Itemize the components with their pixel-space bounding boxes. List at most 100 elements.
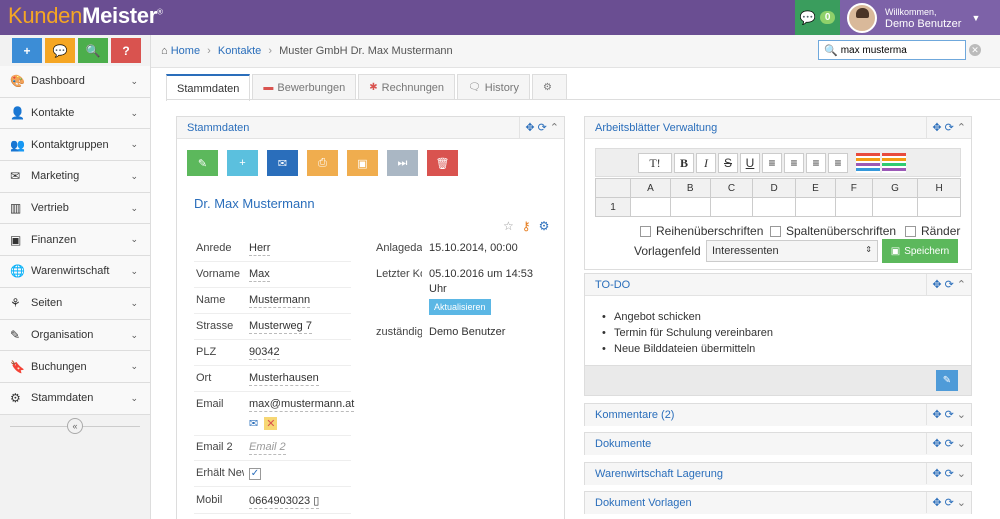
sheet-cell[interactable] <box>630 197 671 217</box>
collapsed-panel-kommentare-2-[interactable]: Kommentare (2) ✥ ⟳ ⌄ <box>584 403 972 426</box>
bold-icon[interactable]: B <box>674 153 694 173</box>
add-quick-button[interactable]: + <box>12 38 42 63</box>
option-col-headers[interactable]: Spaltenüberschriften <box>770 224 896 238</box>
sheet-cell[interactable] <box>669 197 711 217</box>
aktualisieren-button[interactable]: Aktualisieren <box>429 299 491 315</box>
chat-notifications[interactable]: 💬 0 <box>795 0 840 35</box>
chevron-down-icon[interactable]: ⌄ <box>957 496 966 509</box>
move-icon[interactable]: ✥ <box>932 408 941 421</box>
refresh-icon[interactable]: ⟳ <box>538 121 547 134</box>
user-menu[interactable]: Willkommen, Demo Benutzer ▼ <box>840 0 1000 35</box>
mail-remove-icon[interactable]: ✕ <box>264 417 278 430</box>
move-icon[interactable]: ✥ <box>932 278 941 291</box>
breadcrumb-home[interactable]: Home <box>171 45 200 57</box>
move-icon[interactable]: ✥ <box>932 496 941 509</box>
chevron-down-icon[interactable]: ⌄ <box>957 437 966 450</box>
italic-icon[interactable]: I <box>696 153 716 173</box>
save-button[interactable]: ▣ <box>347 150 378 176</box>
sheet-cell[interactable] <box>917 197 961 217</box>
delete-button[interactable]: 🗑 <box>427 150 458 176</box>
gear-icon[interactable]: ⚙ <box>539 219 550 233</box>
refresh-icon[interactable]: ⟳ <box>945 437 954 450</box>
background-color-icon[interactable] <box>882 153 906 173</box>
print-button[interactable]: ⎙ <box>307 150 338 176</box>
option-borders[interactable]: Ränder <box>905 224 960 238</box>
edit-button[interactable]: ✎ <box>187 150 218 176</box>
field-value-vorname[interactable]: Max <box>249 268 270 282</box>
search-input[interactable] <box>840 44 961 56</box>
tab-bewerbungen[interactable]: ▬ Bewerbungen <box>252 74 357 100</box>
breadcrumb-kontakte[interactable]: Kontakte <box>218 45 261 57</box>
tab-history[interactable]: 🗨 History <box>457 74 530 100</box>
field-value-mobil[interactable]: 0664903023 ▯ <box>249 494 320 509</box>
align-left-icon[interactable]: ≡ <box>762 153 782 173</box>
star-icon[interactable]: ☆ <box>503 219 514 233</box>
font-size-icon[interactable]: T! <box>638 153 672 173</box>
newsletter-checkbox[interactable]: ✓ <box>249 468 261 480</box>
justify-icon[interactable]: ≡ <box>828 153 848 173</box>
key-icon[interactable]: ⚷ <box>522 219 531 233</box>
sidebar-item-organisation[interactable]: ✎ Organisation ⌄ <box>0 319 150 352</box>
tab-rechnungen[interactable]: ✱ Rechnungen <box>358 74 456 100</box>
chat-quick-button[interactable]: 💬 <box>45 38 75 63</box>
sidebar-item-seiten[interactable]: ⚘ Seiten ⌄ <box>0 287 150 320</box>
sidebar-item-warenwirtschaft[interactable]: 🌐 Warenwirtschaft ⌄ <box>0 256 150 288</box>
refresh-icon[interactable]: ⟳ <box>945 121 954 134</box>
chevron-down-icon[interactable]: ⌄ <box>957 408 966 421</box>
field-value-plz[interactable]: 90342 <box>249 346 280 360</box>
option-row-headers[interactable]: Reihenüberschriften <box>640 224 763 238</box>
text-color-icon[interactable] <box>856 153 880 173</box>
align-right-icon[interactable]: ≡ <box>806 153 826 173</box>
sidebar-item-stammdaten[interactable]: ⚙ Stammdaten ⌄ <box>0 382 150 415</box>
logo[interactable]: KundenMeister® <box>8 3 163 29</box>
sheet-cell[interactable] <box>752 197 797 217</box>
vorlagenfeld-select[interactable]: Interessenten ⇕ <box>706 240 878 262</box>
sidebar-item-dashboard[interactable]: 🎨 Dashboard ⌄ <box>0 66 150 98</box>
field-value-email-2[interactable]: Email 2 <box>249 441 286 455</box>
refresh-icon[interactable]: ⟳ <box>945 467 954 480</box>
chevron-up-icon[interactable]: ⌃ <box>957 278 966 291</box>
field-value-ort[interactable]: Musterhausen <box>249 372 319 386</box>
sidebar-item-marketing[interactable]: ✉ Marketing ⌄ <box>0 161 150 193</box>
skip-button[interactable]: ⏭ <box>387 150 418 176</box>
sheet-cell[interactable] <box>834 197 873 217</box>
tab-stammdaten[interactable]: Stammdaten <box>166 74 251 101</box>
sidebar-item-finanzen[interactable]: ▣ Finanzen ⌄ <box>0 224 150 257</box>
col-headers-checkbox[interactable] <box>770 225 781 237</box>
sheet-cell[interactable] <box>795 197 836 217</box>
refresh-icon[interactable]: ⟳ <box>945 278 954 291</box>
move-icon[interactable]: ✥ <box>525 121 534 134</box>
collapsed-panel-dokumente[interactable]: Dokumente ✥ ⟳ ⌄ <box>584 432 972 455</box>
add-button[interactable]: + <box>227 150 258 176</box>
chevron-down-icon[interactable]: ⌄ <box>957 467 966 480</box>
field-value-strasse[interactable]: Musterweg 7 <box>249 320 312 334</box>
send-mail-icon[interactable]: ✉ <box>249 417 258 430</box>
move-icon[interactable]: ✥ <box>932 121 941 134</box>
help-quick-button[interactable]: ? <box>111 38 141 63</box>
strikethrough-icon[interactable]: S <box>718 153 738 173</box>
speichern-button[interactable]: ▣ Speichern <box>882 239 958 263</box>
row-headers-checkbox[interactable] <box>640 225 651 237</box>
refresh-icon[interactable]: ⟳ <box>945 496 954 509</box>
sheet-cell[interactable] <box>709 197 754 217</box>
underline-icon[interactable]: U <box>740 153 760 173</box>
sidebar-item-vertrieb[interactable]: ▥ Vertrieb ⌄ <box>0 192 150 225</box>
tab-settings[interactable]: ⚙ <box>531 74 567 100</box>
collapsed-panel-warenwirtschaft-lagerung[interactable]: Warenwirtschaft Lagerung ✥ ⟳ ⌄ <box>584 462 972 485</box>
sidebar-item-buchungen[interactable]: 🔖 Buchungen ⌄ <box>0 351 150 383</box>
mail-button[interactable]: ✉ <box>267 150 298 176</box>
move-icon[interactable]: ✥ <box>932 467 941 480</box>
sheet-cell[interactable] <box>871 197 919 217</box>
collapsed-panel-dokument-vorlagen[interactable]: Dokument Vorlagen ✥ ⟳ ⌄ <box>584 491 972 514</box>
field-value-anrede[interactable]: Herr <box>249 242 271 256</box>
search-quick-button[interactable]: 🔍 <box>78 38 108 63</box>
collapse-sidebar-button[interactable]: « <box>67 417 83 434</box>
sidebar-item-kontaktgruppen[interactable]: 👥 Kontaktgruppen ⌄ <box>0 129 150 162</box>
field-value-name[interactable]: Mustermann <box>249 294 311 308</box>
align-center-icon[interactable]: ≡ <box>784 153 804 173</box>
chevron-up-icon[interactable]: ⌃ <box>550 121 559 134</box>
chevron-up-icon[interactable]: ⌃ <box>957 121 966 134</box>
edit-todo-button[interactable]: ✎ <box>936 370 958 391</box>
borders-checkbox[interactable] <box>905 225 916 237</box>
refresh-icon[interactable]: ⟳ <box>945 408 954 421</box>
